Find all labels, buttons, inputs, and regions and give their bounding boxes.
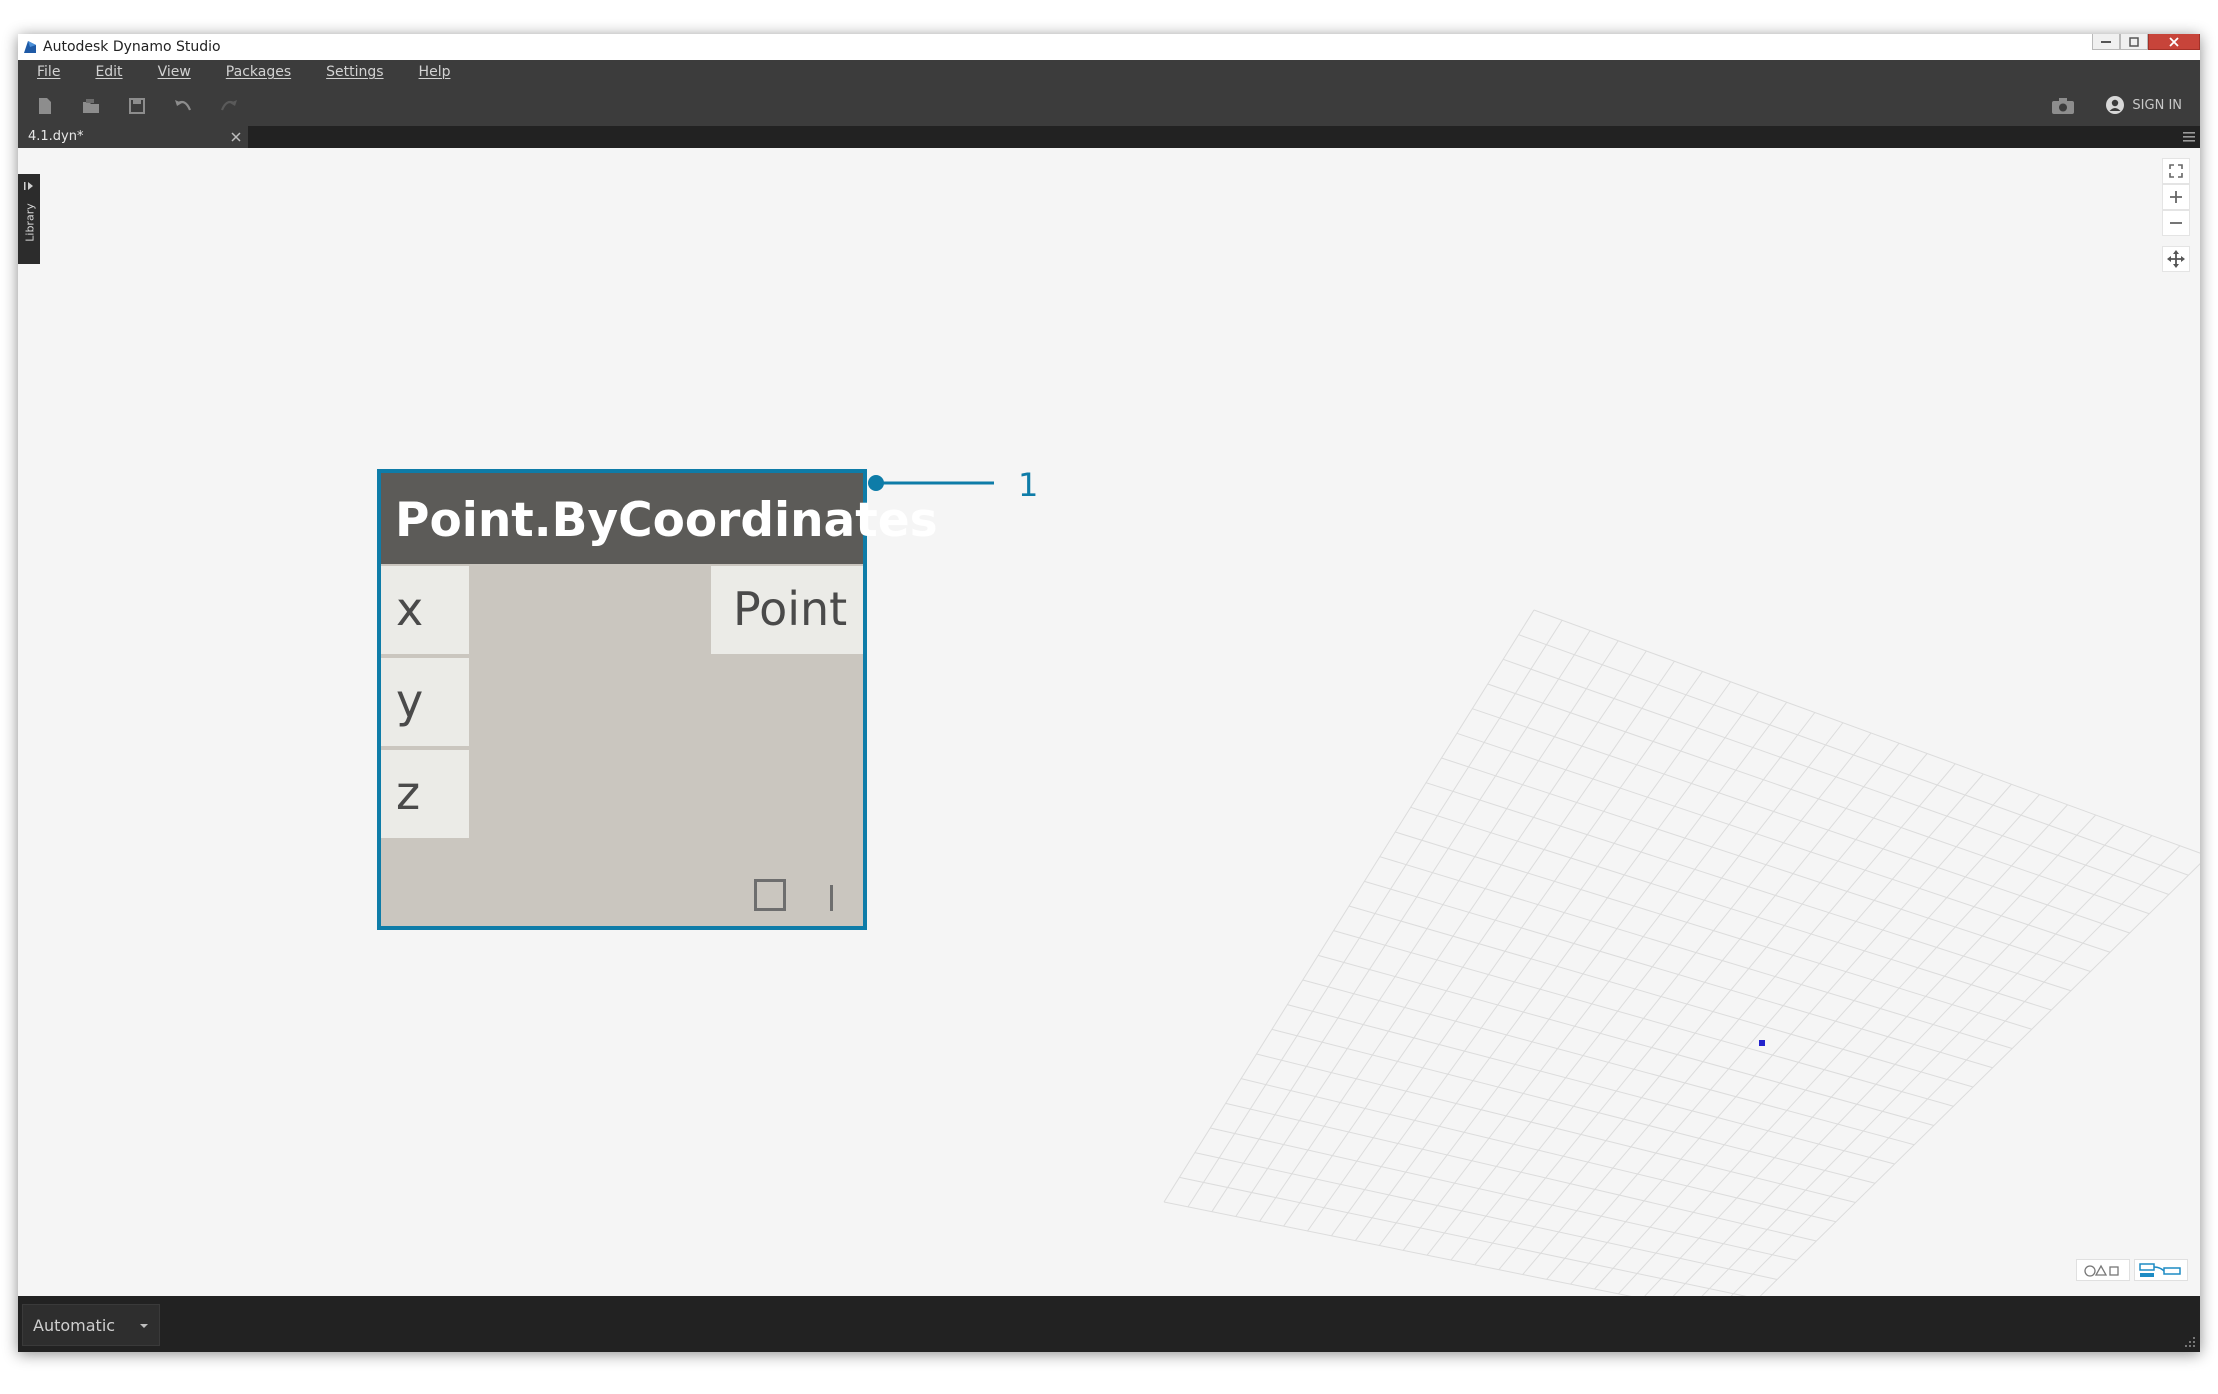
run-mode-select[interactable]: Automatic [22, 1304, 160, 1346]
geometry-view-icon[interactable] [2076, 1259, 2130, 1281]
resize-grip-icon[interactable] [2184, 1336, 2196, 1348]
grid-line [1533, 609, 2200, 854]
menu-bar: File Edit View Packages Settings Help [18, 60, 2200, 84]
menu-edit[interactable]: Edit [95, 64, 122, 80]
grid-line [1302, 979, 1915, 1146]
grid-line [1522, 763, 1956, 1275]
grid-line [1759, 863, 2200, 1296]
new-file-icon[interactable] [35, 96, 55, 116]
menu-packages[interactable]: Packages [226, 64, 291, 80]
tab-workspace[interactable]: 4.1.dyn* [18, 126, 248, 148]
lacing-indicator-icon [830, 885, 833, 911]
input-port-x-label: x [396, 582, 424, 636]
node-header[interactable]: Point.ByCoordinates [381, 473, 938, 564]
grid-line [1701, 835, 2153, 1296]
grid-line [1210, 1127, 1797, 1261]
maximize-icon [2129, 36, 2139, 47]
undo-icon[interactable] [173, 96, 193, 116]
grid-line [1546, 773, 1984, 1280]
input-port-z-label: z [396, 766, 421, 820]
tab-label: 4.1.dyn* [28, 129, 84, 144]
minimize-icon [2101, 40, 2111, 43]
grid-line [1225, 1102, 1817, 1242]
pan-icon[interactable] [2162, 246, 2190, 272]
user-icon [2106, 96, 2125, 114]
window-title: Autodesk Dynamo Studio [43, 39, 221, 55]
grid-line [1730, 845, 2181, 1296]
graph-view-icon[interactable] [2134, 1259, 2188, 1281]
grid-line [1644, 814, 2097, 1296]
save-icon[interactable] [127, 96, 147, 116]
expand-arrow-icon [24, 182, 33, 190]
close-tab-icon[interactable] [228, 129, 244, 145]
node-title: Point.ByCoordinates [395, 493, 938, 548]
menu-settings[interactable]: Settings [326, 64, 383, 80]
grid-line [1271, 1028, 1876, 1184]
minimize-button[interactable] [2092, 34, 2120, 50]
grid-line [1318, 954, 1934, 1126]
sign-in-button[interactable]: SIGN IN [2106, 96, 2182, 114]
library-label: Library [23, 203, 37, 242]
tab-strip: 4.1.dyn* [18, 126, 2200, 148]
preview-toggle-icon[interactable] [754, 879, 786, 911]
toolbar: SIGN IN [18, 84, 2200, 126]
input-port-z[interactable]: z [381, 750, 469, 838]
point-bycoordinates-node[interactable]: Point.ByCoordinates x y z Point [377, 469, 938, 930]
redo-icon[interactable] [219, 96, 239, 116]
grid-lines [1163, 609, 2200, 1296]
grid-line [1333, 930, 1954, 1107]
maximize-button[interactable] [2120, 34, 2148, 50]
chevron-down-icon [140, 1324, 148, 1328]
input-port-y[interactable]: y [381, 658, 469, 746]
zoom-to-fit-icon[interactable] [2162, 158, 2190, 184]
title-bar: Autodesk Dynamo Studio [18, 34, 2200, 60]
dynamo-logo-icon [24, 41, 36, 53]
zoom-in-icon[interactable] [2162, 184, 2190, 210]
menu-file[interactable]: File [37, 64, 60, 80]
grid-line [1594, 794, 2040, 1290]
status-bar: Automatic [18, 1296, 2200, 1352]
tab-menu-icon[interactable] [2182, 130, 2196, 144]
input-port-x[interactable]: x [381, 566, 469, 654]
menu-help[interactable]: Help [419, 64, 451, 80]
workspace-canvas[interactable]: Library Point.ByCoordinates x y z Point … [18, 148, 2200, 1296]
grid-line [1672, 824, 2125, 1296]
grid-line [1570, 783, 2012, 1285]
point-preview-marker [1759, 1040, 1765, 1046]
callout-number: 1 [1018, 466, 1039, 504]
grid-line [1163, 1201, 1632, 1296]
zoom-out-icon[interactable] [2162, 210, 2190, 236]
sign-in-label: SIGN IN [2132, 97, 2182, 113]
close-window-button[interactable] [2148, 34, 2200, 50]
app-window: Autodesk Dynamo Studio File Edit View Pa… [18, 34, 2200, 1352]
close-icon [2169, 36, 2179, 47]
output-port-label: Point [733, 582, 848, 636]
background-3d-grid [1163, 609, 2200, 1296]
input-port-y-label: y [396, 674, 424, 728]
menu-view[interactable]: View [158, 64, 191, 80]
camera-icon[interactable] [2051, 97, 2075, 115]
open-file-icon[interactable] [81, 96, 101, 116]
library-toggle[interactable]: Library [18, 174, 40, 264]
run-mode-value: Automatic [33, 1316, 116, 1335]
output-port-point[interactable]: Point [711, 566, 863, 654]
window-controls [2092, 34, 2200, 50]
grid-line [1618, 804, 2068, 1295]
